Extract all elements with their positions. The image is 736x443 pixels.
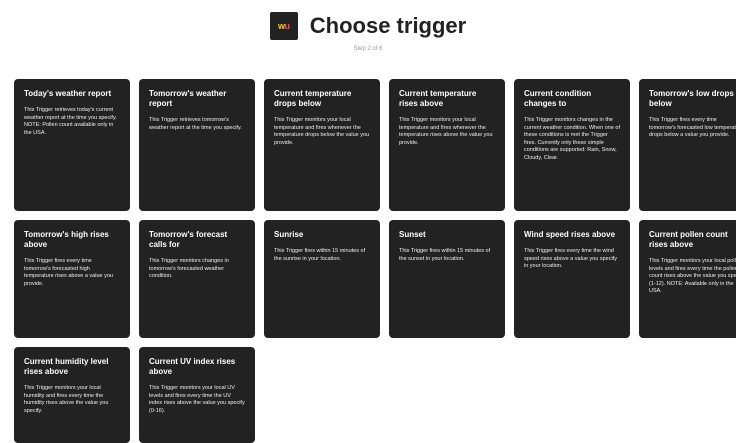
trigger-card-description: This Trigger fires every time tomorrow's… <box>649 117 736 138</box>
trigger-card-current-humidity-level-rises-above[interactable]: Current humidity level rises above This … <box>14 347 130 443</box>
trigger-card-current-condition-changes-to[interactable]: Current condition changes to This Trigge… <box>514 79 630 211</box>
trigger-card-title: Current pollen count rises above <box>649 230 728 249</box>
trigger-card-description: This Trigger fires within 15 minutes of … <box>274 248 366 262</box>
trigger-card-todays-weather-report[interactable]: Today's weather report This Trigger retr… <box>14 79 130 211</box>
weather-underground-logo-icon: wu <box>269 12 298 40</box>
trigger-card-sunset[interactable]: Sunset This Trigger fires within 15 minu… <box>389 220 505 338</box>
trigger-card-title: Tomorrow's high rises above <box>24 230 109 249</box>
trigger-card-title: Current humidity level rises above <box>24 357 109 376</box>
trigger-card-tomorrows-high-rises-above[interactable]: Tomorrow's high rises above This Trigger… <box>14 220 130 338</box>
page-title: Choose trigger <box>309 13 467 38</box>
trigger-card-current-temperature-drops-below[interactable]: Current temperature drops below This Tri… <box>264 79 380 211</box>
trigger-card-description: This Trigger fires every time tomorrow's… <box>24 258 113 287</box>
page-header: wu Choose trigger <box>0 8 736 44</box>
trigger-card-description: This Trigger fires every time the wind s… <box>524 248 617 269</box>
trigger-card-tomorrows-forecast-calls-for[interactable]: Tomorrow's forecast calls for This Trigg… <box>139 220 255 338</box>
trigger-card-tomorrows-weather-report[interactable]: Tomorrow's weather report This Trigger r… <box>139 79 255 211</box>
trigger-card-title: Tomorrow's low drops below <box>649 89 734 108</box>
trigger-card-description: This Trigger monitors your local tempera… <box>274 117 370 146</box>
trigger-card-description: This Trigger monitors your local pollen … <box>649 258 736 294</box>
trigger-card-sunrise[interactable]: Sunrise This Trigger fires within 15 min… <box>264 220 380 338</box>
trigger-card-title: Tomorrow's weather report <box>149 89 227 108</box>
trigger-card-title: Current UV index rises above <box>149 357 236 376</box>
trigger-card-description: This Trigger monitors changes in tomorro… <box>149 258 229 279</box>
step-indicator: Step 2 of 6 <box>353 46 383 52</box>
trigger-card-title: Sunset <box>399 230 426 239</box>
trigger-card-description: This Trigger retrieves tomorrow's weathe… <box>149 117 242 131</box>
trigger-card-tomorrows-low-drops-below[interactable]: Tomorrow's low drops below This Trigger … <box>639 79 736 211</box>
trigger-card-title: Current temperature drops below <box>274 89 352 108</box>
trigger-card-title: Current temperature rises above <box>399 89 477 108</box>
trigger-card-current-uv-index-rises-above[interactable]: Current UV index rises above This Trigge… <box>139 347 255 443</box>
trigger-card-wind-speed-rises-above[interactable]: Wind speed rises above This Trigger fire… <box>514 220 630 338</box>
trigger-grid: Today's weather report This Trigger retr… <box>14 79 736 443</box>
trigger-card-title: Current condition changes to <box>524 89 592 108</box>
trigger-card-description: This Trigger fires within 15 minutes of … <box>399 248 491 262</box>
trigger-card-description: This Trigger monitors your local UV leve… <box>149 385 245 414</box>
trigger-card-current-pollen-count-rises-above[interactable]: Current pollen count rises above This Tr… <box>639 220 736 338</box>
trigger-card-title: Tomorrow's forecast calls for <box>149 230 228 249</box>
trigger-card-title: Sunrise <box>274 230 304 239</box>
trigger-card-description: This Trigger monitors changes in the cur… <box>524 117 621 161</box>
trigger-card-description: This Trigger monitors your local humidit… <box>24 385 109 414</box>
trigger-card-title: Today's weather report <box>24 89 112 98</box>
trigger-card-current-temperature-rises-above[interactable]: Current temperature rises above This Tri… <box>389 79 505 211</box>
trigger-card-description: This Trigger retrieves today's current w… <box>24 107 117 136</box>
trigger-card-description: This Trigger monitors your local tempera… <box>399 117 493 146</box>
trigger-card-title: Wind speed rises above <box>524 230 616 239</box>
